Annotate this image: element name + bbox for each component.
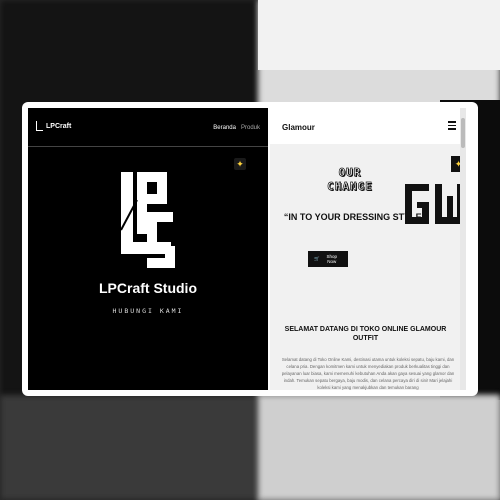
lp-mini-logo-icon xyxy=(36,121,43,131)
nav-link-produk[interactable]: Produk xyxy=(241,125,260,131)
welcome-heading: SELAMAT DATANG DI TOKO ONLINE GLAMOUR OU… xyxy=(284,326,447,342)
bg-bottom-right-blur xyxy=(258,395,500,500)
glamour-site: Glamour ✦ OUR CHANGE “IN TO YOUR DRESSIN… xyxy=(268,108,466,390)
screenshot-frame: LPCraft Beranda Produk ✦ LPCraft Studio … xyxy=(24,104,476,394)
shop-now-button[interactable]: 🛒 Shop Now xyxy=(308,251,348,267)
glamour-site-title[interactable]: Glamour xyxy=(282,123,315,132)
sparkle-icon[interactable]: ✦ xyxy=(234,158,246,170)
lpcraft-hero: LPCraft Studio HUBUNGI KAMI xyxy=(28,170,268,315)
pane-divider xyxy=(268,108,270,390)
lpcraft-nav-logo[interactable]: LPCraft xyxy=(36,121,71,131)
glamour-navbar: Glamour xyxy=(268,108,466,144)
studio-name-heading: LPCraft Studio xyxy=(99,280,197,296)
welcome-body-text: Selamat datang di Toko Online Kami, dest… xyxy=(281,357,455,390)
hero-heading-line1: OUR xyxy=(338,166,362,180)
scrollbar[interactable] xyxy=(460,108,466,390)
gw-brand-logo xyxy=(405,184,464,224)
scrollbar-thumb[interactable] xyxy=(461,118,465,148)
hero-heading-line2: CHANGE xyxy=(327,180,373,194)
lpcraft-nav-links: Beranda Produk xyxy=(213,125,260,131)
lp-monogram-logo xyxy=(120,172,175,268)
contact-link[interactable]: HUBUNGI KAMI xyxy=(28,307,268,315)
nav-link-beranda[interactable]: Beranda xyxy=(213,125,236,131)
hamburger-icon[interactable] xyxy=(448,121,456,132)
shop-now-label: Shop Now xyxy=(326,254,338,264)
bg-topbar-blur xyxy=(258,0,500,70)
cart-icon: 🛒 xyxy=(314,256,320,261)
lpcraft-logo-text: LPCraft xyxy=(46,122,72,130)
hero-heading: OUR CHANGE xyxy=(290,166,410,194)
lpcraft-site: LPCraft Beranda Produk ✦ LPCraft Studio … xyxy=(28,108,268,390)
lpcraft-navbar: LPCraft Beranda Produk xyxy=(28,108,268,147)
